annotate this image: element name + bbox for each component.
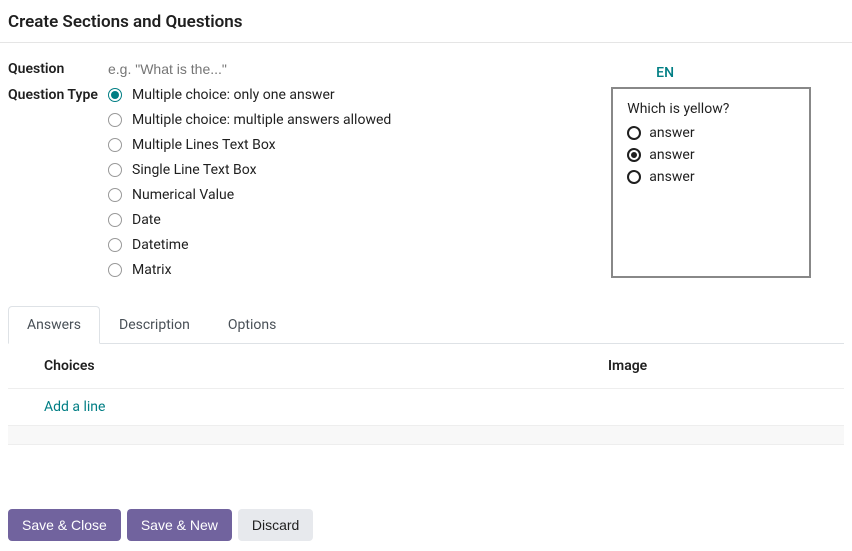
column-header-image: Image — [608, 358, 808, 374]
radio-icon — [108, 163, 122, 177]
question-label: Question — [8, 61, 108, 77]
save-close-button[interactable]: Save & Close — [8, 509, 121, 541]
preview-radio-icon — [627, 148, 641, 162]
radio-icon — [108, 138, 122, 152]
radio-icon — [108, 263, 122, 277]
question-type-options: Multiple choice: only one answer Multiple… — [108, 87, 391, 278]
language-badge[interactable]: EN — [656, 65, 844, 81]
save-new-button[interactable]: Save & New — [127, 509, 232, 541]
preview-radio-icon — [627, 126, 641, 140]
question-type-option[interactable]: Multiple choice: only one answer — [108, 87, 391, 103]
preview-answer-label: answer — [649, 125, 694, 141]
radio-icon — [108, 213, 122, 227]
radio-icon — [108, 88, 122, 102]
preview-radio-icon — [627, 170, 641, 184]
answers-table-header: Choices Image — [8, 344, 844, 389]
preview-answer-item: answer — [627, 125, 795, 141]
question-type-option[interactable]: Multiple Lines Text Box — [108, 137, 391, 153]
preview-answer-label: answer — [649, 147, 694, 163]
tab-description[interactable]: Description — [100, 306, 209, 344]
question-type-label: Question Type — [8, 87, 108, 103]
column-header-choices: Choices — [44, 358, 608, 374]
radio-icon — [108, 188, 122, 202]
preview-answer-item: answer — [627, 169, 795, 185]
radio-label: Numerical Value — [132, 187, 234, 203]
radio-label: Matrix — [132, 262, 172, 278]
question-type-option[interactable]: Matrix — [108, 262, 391, 278]
question-type-option[interactable]: Datetime — [108, 237, 391, 253]
add-line-link[interactable]: Add a line — [8, 389, 844, 425]
radio-label: Datetime — [132, 237, 189, 253]
dialog-title: Create Sections and Questions — [8, 12, 844, 32]
radio-label: Multiple choice: multiple answers allowe… — [132, 112, 391, 128]
preview-question-text: Which is yellow? — [627, 101, 795, 117]
question-preview-box: Which is yellow? answer answer answer — [611, 87, 811, 278]
question-type-option[interactable]: Single Line Text Box — [108, 162, 391, 178]
tabs: AnswersDescriptionOptions — [8, 306, 844, 344]
preview-answer-item: answer — [627, 147, 795, 163]
radio-label: Multiple choice: only one answer — [132, 87, 335, 103]
radio-label: Single Line Text Box — [132, 162, 257, 178]
tab-answers[interactable]: Answers — [8, 306, 100, 344]
radio-label: Date — [132, 212, 161, 228]
dialog-footer: Save & Close Save & New Discard — [0, 499, 852, 551]
question-type-option[interactable]: Numerical Value — [108, 187, 391, 203]
radio-icon — [108, 238, 122, 252]
discard-button[interactable]: Discard — [238, 509, 313, 541]
preview-answer-label: answer — [649, 169, 694, 185]
table-spacer — [8, 425, 844, 445]
radio-label: Multiple Lines Text Box — [132, 137, 276, 153]
question-type-option[interactable]: Date — [108, 212, 391, 228]
question-type-option[interactable]: Multiple choice: multiple answers allowe… — [108, 112, 391, 128]
tab-options[interactable]: Options — [209, 306, 295, 344]
radio-icon — [108, 113, 122, 127]
